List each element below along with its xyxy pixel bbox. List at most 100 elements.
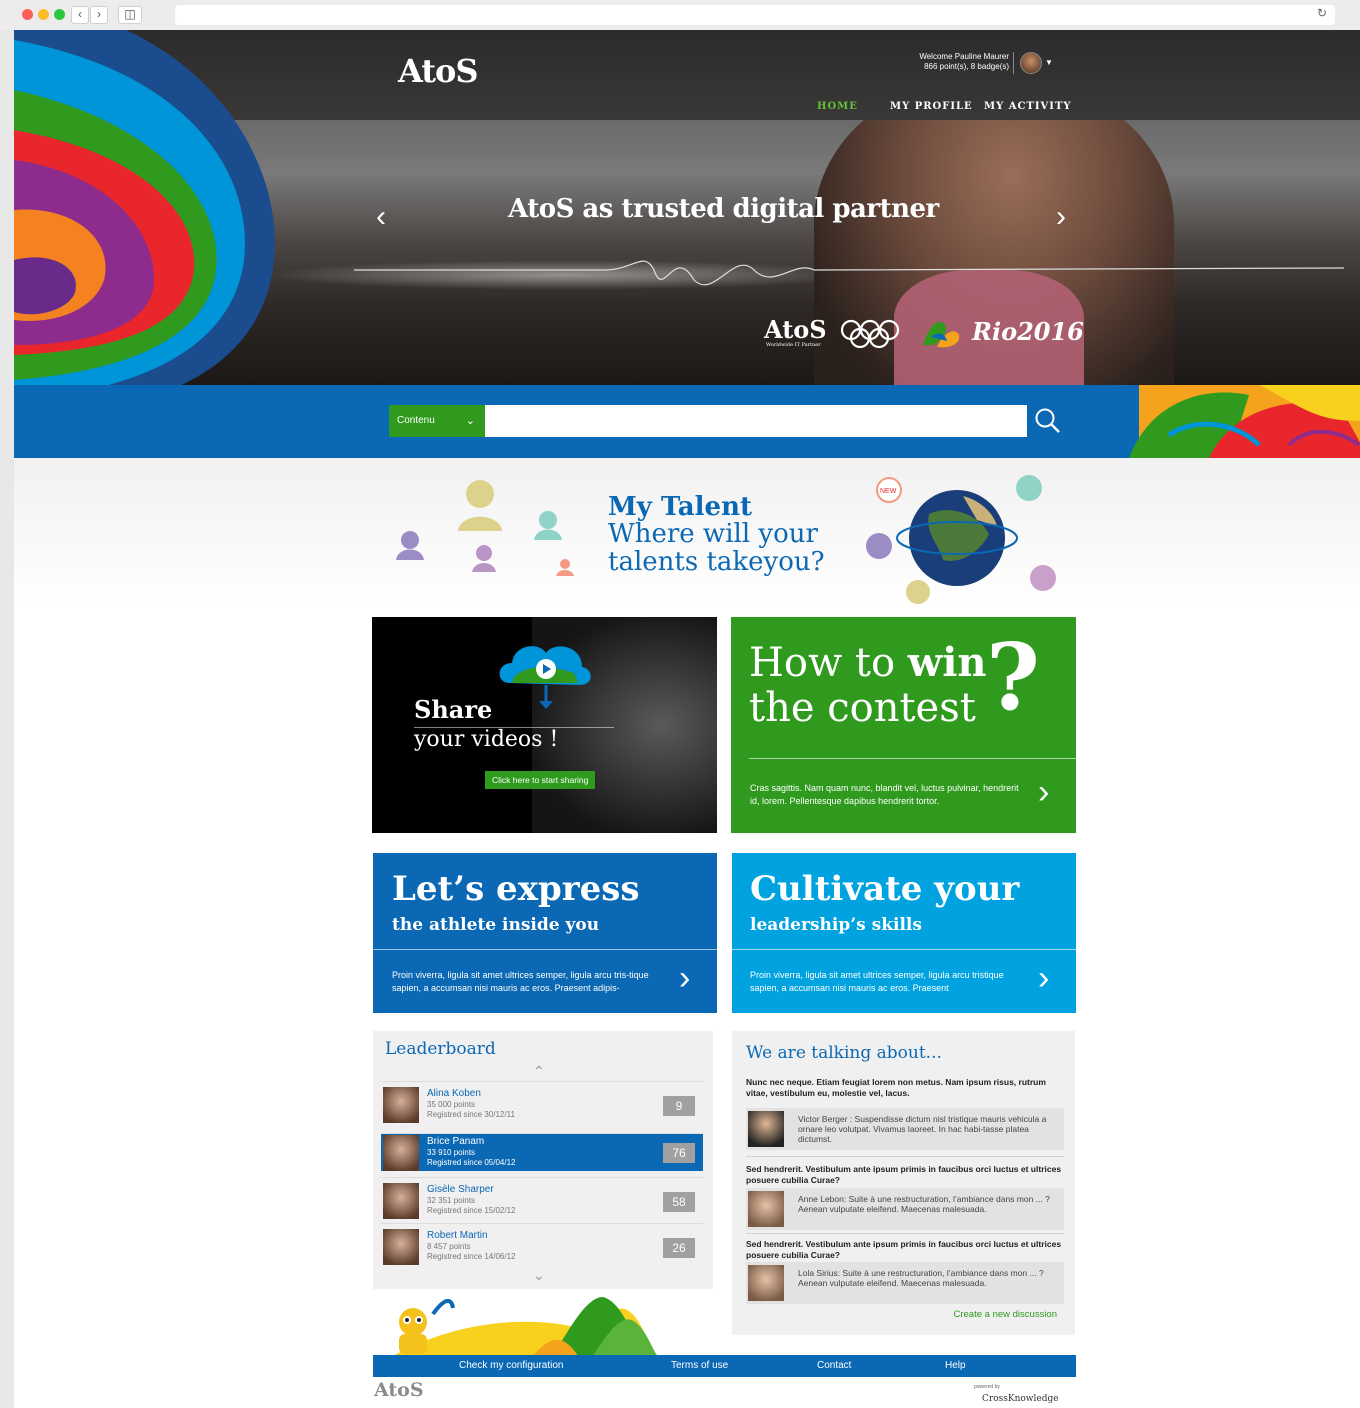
leaderboard-row[interactable]: Gisèle Sharper 32 351 points Registred s… xyxy=(381,1177,703,1223)
express-title: Let’s express xyxy=(392,869,640,909)
content-type-select[interactable]: Contenu ⌄ xyxy=(389,405,485,437)
thread-comment[interactable]: Victor Berger : Suspendisse dictum nisl … xyxy=(746,1108,1064,1150)
footer-help-link[interactable]: Help xyxy=(945,1360,966,1371)
search-input[interactable] xyxy=(485,405,1027,437)
select-value: Contenu xyxy=(397,415,435,426)
hero-next-arrow[interactable]: › xyxy=(1056,200,1066,234)
cultivate-subtitle: leadership’s skills xyxy=(750,915,922,935)
chevron-up-icon[interactable]: ⌃ xyxy=(533,1063,545,1080)
address-bar[interactable]: ↻ xyxy=(175,5,1335,25)
footer-check-config-link[interactable]: Check my configuration xyxy=(459,1360,564,1371)
forward-button[interactable]: › xyxy=(90,6,108,24)
rio-art-decoration xyxy=(1129,385,1360,458)
express-athlete-tile[interactable]: Let’s express the athlete inside you Pro… xyxy=(373,853,717,1013)
back-button[interactable]: ‹ xyxy=(71,6,89,24)
player-registered: Registred since 14/06/12 xyxy=(427,1252,516,1261)
rio2016-logo: Rio2016 xyxy=(972,317,1084,346)
new-badge: NEW xyxy=(880,488,897,495)
footer-contact-link[interactable]: Contact xyxy=(817,1360,851,1371)
sidebar-toggle-icon[interactable]: ◫ xyxy=(118,6,142,24)
player-name[interactable]: Brice Panam xyxy=(427,1136,484,1147)
express-subtitle: the athlete inside you xyxy=(392,915,600,935)
contest-tile[interactable]: How to win the contest ? Cras sagittis. … xyxy=(731,617,1076,833)
player-registered: Registred since 15/02/12 xyxy=(427,1206,516,1215)
comment-text: Anne Lebon: Suite à une restructuration,… xyxy=(798,1194,1050,1214)
maximize-window-button[interactable] xyxy=(54,9,65,20)
chevron-down-icon: ⌄ xyxy=(465,415,475,427)
thread-question[interactable]: Nunc nec neque. Etiam feugiat lorem non … xyxy=(746,1077,1066,1099)
start-sharing-button[interactable]: Click here to start sharing xyxy=(485,771,596,789)
player-score: 76 xyxy=(663,1143,695,1163)
wave-line xyxy=(354,260,1344,286)
contest-line1-text: How to xyxy=(749,640,896,686)
cultivate-arrow-icon[interactable]: › xyxy=(1038,959,1049,998)
share-divider xyxy=(414,727,614,728)
express-arrow-icon[interactable]: › xyxy=(679,959,690,998)
powered-by-label: powered by xyxy=(974,1384,1000,1390)
avatar xyxy=(383,1135,419,1171)
hero-prev-arrow[interactable]: ‹ xyxy=(376,200,386,234)
contest-line1: How to win xyxy=(749,639,987,686)
thread-divider xyxy=(746,1156,1064,1157)
leaderboard-row-active[interactable]: Brice Panam 33 910 points Registred sinc… xyxy=(381,1133,703,1171)
talking-title: We are talking about... xyxy=(746,1043,942,1063)
thread-comment[interactable]: Lola Sirius: Suite à une restructuration… xyxy=(746,1262,1064,1304)
comment-text: Victor Berger : Suspendisse dictum nisl … xyxy=(798,1114,1047,1144)
cultivate-description: Proin viverra, ligula sit amet ultrices … xyxy=(750,970,1004,993)
create-discussion-link[interactable]: Create a new discussion xyxy=(954,1309,1058,1320)
chevron-down-icon[interactable]: ⌄ xyxy=(533,1267,545,1284)
mascot-hills-illustration xyxy=(393,1297,658,1356)
player-score: 26 xyxy=(663,1238,695,1258)
divider xyxy=(1013,52,1014,74)
thread-question[interactable]: Sed hendrerit. Vestibulum ante ipsum pri… xyxy=(746,1164,1066,1186)
thread-comment[interactable]: Anne Lebon: Suite à une restructuration,… xyxy=(746,1188,1064,1230)
avatar xyxy=(383,1087,419,1123)
share-videos-tile[interactable]: Share your videos ! Click here to start … xyxy=(372,617,717,833)
nav-home[interactable]: HOME xyxy=(817,101,858,112)
thread-question[interactable]: Sed hendrerit. Vestibulum ante ipsum pri… xyxy=(746,1239,1066,1261)
nav-my-profile[interactable]: MY PROFILE xyxy=(890,101,973,112)
footer-terms-link[interactable]: Terms of use xyxy=(671,1360,728,1371)
cultivate-title: Cultivate your xyxy=(750,869,1020,909)
user-points-badges: 866 point(s), 8 badge(s) xyxy=(924,62,1009,71)
avatar xyxy=(383,1229,419,1265)
user-menu-caret-icon[interactable]: ▼ xyxy=(1045,58,1053,67)
user-avatar[interactable] xyxy=(1020,52,1042,74)
talking-panel: We are talking about... Nunc nec neque. … xyxy=(732,1031,1075,1335)
player-registered: Registred since 05/04/12 xyxy=(427,1158,516,1167)
rio-emblem-icon xyxy=(923,321,960,348)
cloud-upload-icon xyxy=(499,646,591,709)
player-score: 9 xyxy=(663,1096,695,1116)
player-name[interactable]: Alina Koben xyxy=(427,1088,481,1099)
question-mark-icon: ? xyxy=(986,623,1040,731)
close-window-button[interactable] xyxy=(22,9,33,20)
leaderboard-panel: Leaderboard ⌃ Alina Koben 35 000 points … xyxy=(373,1031,713,1289)
footer-bar: Check my configuration Terms of use Cont… xyxy=(373,1355,1076,1377)
leaderboard-title: Leaderboard xyxy=(385,1039,496,1059)
reload-icon[interactable]: ↻ xyxy=(1317,6,1327,20)
cultivate-leadership-tile[interactable]: Cultivate your leadership’s skills Proin… xyxy=(732,853,1076,1013)
user-welcome: Welcome Pauline Maurer 866 point(s), 8 b… xyxy=(919,52,1009,72)
my-talent-subtitle: Where will your talents takeyou? xyxy=(608,519,825,577)
express-divider xyxy=(373,949,717,950)
express-description: Proin viverra, ligula sit amet ultrices … xyxy=(392,970,649,993)
leaderboard-row[interactable]: Robert Martin 8 457 points Registred sin… xyxy=(381,1223,703,1269)
player-points: 33 910 points xyxy=(427,1148,476,1157)
olympic-rings-icon xyxy=(840,319,900,349)
contest-divider xyxy=(749,758,1076,759)
player-name[interactable]: Robert Martin xyxy=(427,1230,488,1241)
hero-title: AtoS as trusted digital partner xyxy=(508,194,939,224)
comment-text: Lola Sirius: Suite à une restructuration… xyxy=(798,1268,1044,1288)
atos-logo[interactable]: AtoS xyxy=(398,52,478,90)
nav-my-activity[interactable]: MY ACTIVITY xyxy=(984,101,1072,112)
share-subtitle: your videos ! xyxy=(414,727,559,752)
player-name[interactable]: Gisèle Sharper xyxy=(427,1184,494,1195)
contest-line1-bold: win xyxy=(907,639,987,686)
leaderboard-row[interactable]: Alina Koben 35 000 points Registred sinc… xyxy=(381,1081,703,1127)
player-points: 35 000 points xyxy=(427,1100,476,1109)
search-icon[interactable] xyxy=(1034,407,1062,435)
minimize-window-button[interactable] xyxy=(38,9,49,20)
player-points: 8 457 points xyxy=(427,1242,471,1251)
browser-chrome: ‹ › ◫ ↻ xyxy=(0,0,1360,30)
contest-arrow-icon[interactable]: › xyxy=(1038,773,1049,812)
